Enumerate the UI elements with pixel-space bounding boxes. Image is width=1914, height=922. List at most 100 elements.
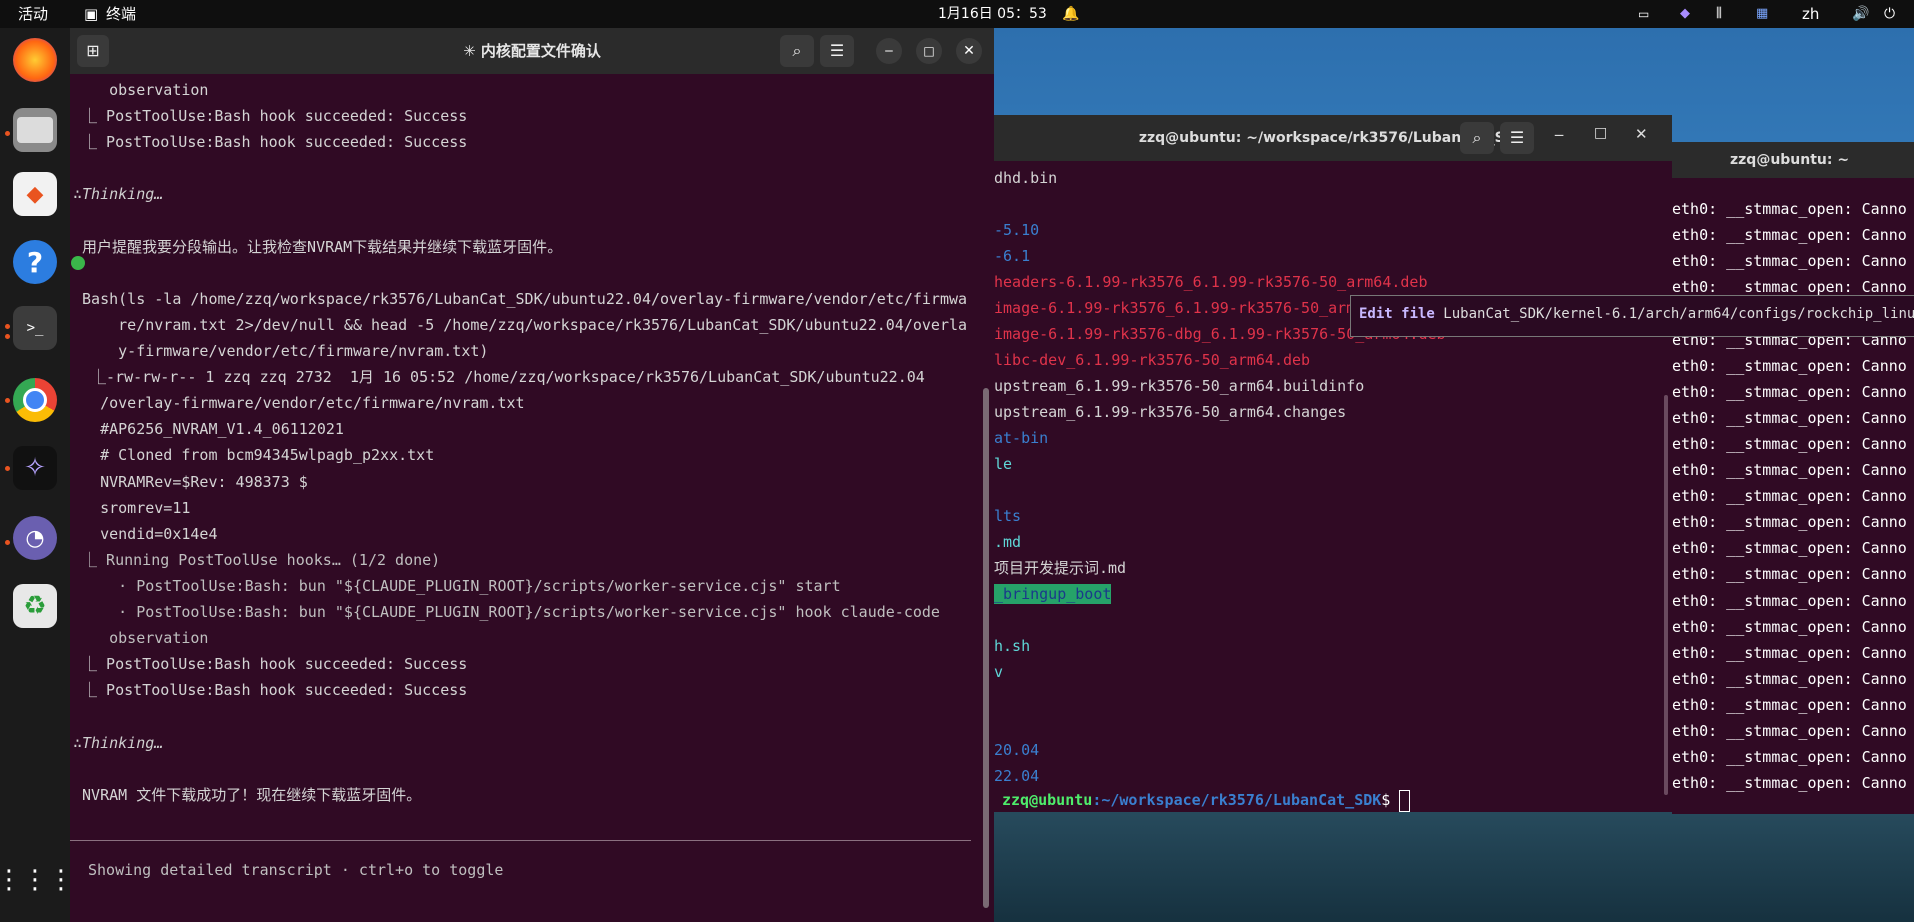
help-icon[interactable]: ? [13, 240, 57, 284]
output-line: ⎿ PostToolUse:Bash hook succeeded: Succe… [73, 681, 468, 700]
menu-button[interactable]: ☰ [1500, 122, 1534, 154]
output-line: ∴Thinking… [73, 733, 164, 752]
close-button[interactable]: ✕ [1635, 125, 1648, 143]
output-line: 22.04 [994, 767, 1040, 785]
running-indicator [5, 398, 10, 403]
titlebar[interactable]: zzq@ubuntu: ~/workspace/rk3576/LubanCat_… [994, 115, 1672, 161]
output-line: 项目开发提示词.md [994, 559, 1127, 577]
output-line: ∴Thinking… [73, 185, 164, 204]
output-line: Bash(ls -la /home/zzq/workspace/rk3576/L… [73, 289, 968, 308]
scrollbar[interactable] [983, 388, 989, 908]
cat-app-icon[interactable]: ◔ [13, 516, 57, 560]
output-line: v [994, 663, 1004, 681]
maximize-button[interactable]: □ [1594, 125, 1607, 141]
screen-icon[interactable]: ▭ [1638, 0, 1649, 28]
output-line: eth0: __stmmac_open: Canno [1672, 748, 1907, 767]
output-line: NVRAM 文件下载成功了！现在继续下载蓝牙固件。 [73, 785, 422, 804]
network-tray-icon[interactable]: ⫼ [1716, 0, 1722, 28]
app-center-icon[interactable]: ◆ [13, 172, 57, 216]
output-line: observation [73, 81, 209, 99]
output-line: # Cloned from bcm94345wlpagb_p2xx.txt [73, 446, 435, 465]
output-line: NVRAMRev=$Rev: 498373 $ [73, 472, 308, 491]
output-line: ⎿-rw-rw-r-- 1 zzq zzq 2732 1月 16 05:52 /… [73, 368, 925, 387]
terminal-window-claude[interactable]: ⊞ ✳ 内核配置文件确认 ⌕ ☰ ‒ □ ✕ observation ⎿ Pos… [70, 28, 994, 922]
running-indicator [5, 131, 10, 136]
output-line: #AP6256_NVRAM_V1.4_06112021 [73, 420, 344, 439]
window-title: zzq@ubuntu: ~/workspace/rk3576/LubanCat_… [1138, 130, 1528, 146]
output-line: /overlay-firmware/vendor/etc/firmware/nv… [73, 394, 525, 413]
maximize-button[interactable]: □ [916, 38, 942, 64]
tooltip-label: Edit file [1359, 306, 1435, 322]
status-dot [73, 841, 80, 848]
app-indicator-icon[interactable]: ◆ [1680, 0, 1690, 28]
output-line: libc-dev_6.1.99-rk3576-50_arm64.deb [994, 351, 1311, 369]
footer-hint: Showing detailed transcript · ctrl+o to … [88, 861, 504, 879]
output-line: ⎿ PostToolUse:Bash hook succeeded: Succe… [73, 107, 468, 126]
firefox-icon[interactable] [13, 38, 57, 82]
trash-icon[interactable]: ♻ [13, 584, 57, 628]
output-line: eth0: __stmmac_open: Canno [1672, 722, 1907, 740]
terminal-icon[interactable]: >_ [13, 306, 57, 350]
divider [70, 840, 971, 841]
minimize-button[interactable]: ‒ [876, 38, 902, 64]
output-line: eth0: __stmmac_open: Canno [1672, 774, 1907, 793]
terminal-window-home[interactable]: zzq@ubuntu: ~ eth0: __stmmac_open: Canno… [1672, 142, 1914, 814]
shell-prompt[interactable]: zzq@ubuntu:~/workspace/rk3576/LubanCat_S… [1002, 787, 1411, 813]
output-line: image-6.1.99-rk3576_6.1.99-rk3576-50_arm… [994, 299, 1410, 317]
output-line: eth0: __stmmac_open: Canno [1672, 565, 1907, 584]
power-icon[interactable]: ⏻ [1884, 0, 1895, 28]
output-line: vendid=0x14e4 [73, 524, 218, 543]
volume-icon[interactable]: 🔊 [1852, 0, 1869, 28]
output-line: .md [994, 533, 1022, 551]
output-line: eth0: __stmmac_open: Canno [1672, 643, 1907, 662]
output-line: · PostToolUse:Bash: bun "${CLAUDE_PLUGIN… [73, 603, 940, 621]
input-method[interactable]: zh [1802, 0, 1819, 28]
output-line: _bringup_boot [994, 584, 1112, 604]
running-indicator [5, 324, 10, 329]
chrome-icon[interactable] [13, 378, 57, 422]
search-button[interactable]: ⌕ [1460, 122, 1494, 154]
running-indicator [5, 466, 10, 471]
output-line: -6.1 [994, 247, 1031, 265]
activities-button[interactable]: 活动 [18, 0, 48, 28]
output-line: ⎿ PostToolUse:Bash hook succeeded: Succe… [73, 655, 468, 674]
output-line: ⎿ Running PostToolUse hooks… (1/2 done) [73, 550, 441, 569]
menu-button[interactable]: ☰ [820, 35, 854, 67]
ai-app-icon[interactable]: ✧ [13, 446, 57, 490]
output-line: 20.04 [994, 741, 1040, 759]
tray-app-icon[interactable]: ▦ [1756, 0, 1768, 28]
show-apps-icon[interactable]: ⋮⋮⋮ [0, 858, 74, 902]
titlebar[interactable]: ⊞ ✳ 内核配置文件确认 ⌕ ☰ ‒ □ ✕ [70, 28, 994, 74]
output-line: eth0: __stmmac_open: Canno [1672, 539, 1907, 558]
output-line: eth0: __stmmac_open: Canno [1672, 434, 1907, 453]
output-line: h.sh [994, 637, 1031, 655]
output-line: le [994, 455, 1013, 473]
output-line: eth0: __stmmac_open: Canno [1672, 591, 1907, 610]
success-dot-icon [71, 256, 85, 270]
output-line: eth0: __stmmac_open: Canno [1672, 408, 1907, 427]
files-icon[interactable] [13, 108, 57, 152]
output-line: observation [73, 629, 209, 648]
output-line: eth0: __stmmac_open: Canno [1672, 669, 1907, 688]
titlebar[interactable]: zzq@ubuntu: ~ [1672, 142, 1914, 178]
search-button[interactable]: ⌕ [780, 35, 814, 67]
output-line: eth0: __stmmac_open: Canno [1672, 513, 1907, 532]
close-button[interactable]: ✕ [956, 38, 982, 64]
output-line: eth0: __stmmac_open: Canno [1672, 356, 1907, 375]
cursor [1399, 789, 1411, 812]
scrollbar[interactable] [1664, 395, 1668, 795]
app-menu[interactable]: 终端 [106, 0, 136, 28]
terminal-window-sdk[interactable]: zzq@ubuntu: ~/workspace/rk3576/LubanCat_… [994, 115, 1672, 812]
output-line: eth0: __stmmac_open: Canno [1672, 695, 1907, 714]
output-line: re/nvram.txt 2>/dev/null && head -5 /hom… [73, 315, 968, 334]
output-line: eth0: __stmmac_open: Canno [1672, 487, 1907, 506]
output-line: eth0: __stmmac_open: Canno [1672, 252, 1907, 271]
window-title: zzq@ubuntu: ~ [1730, 152, 1850, 168]
minimize-button[interactable]: ‒ [1554, 125, 1564, 144]
output-line: at-bin [994, 429, 1049, 447]
prompt-symbol: $ [1381, 791, 1400, 809]
clock[interactable]: 1月16日 05：53 [938, 0, 1047, 28]
terminal-app-icon[interactable]: ▣ [84, 0, 98, 28]
tooltip-path: LubanCat_SDK/kernel-6.1/arch/arm64/confi… [1443, 306, 1914, 322]
output-line: upstream_6.1.99-rk3576-50_arm64.buildinf… [994, 377, 1365, 395]
